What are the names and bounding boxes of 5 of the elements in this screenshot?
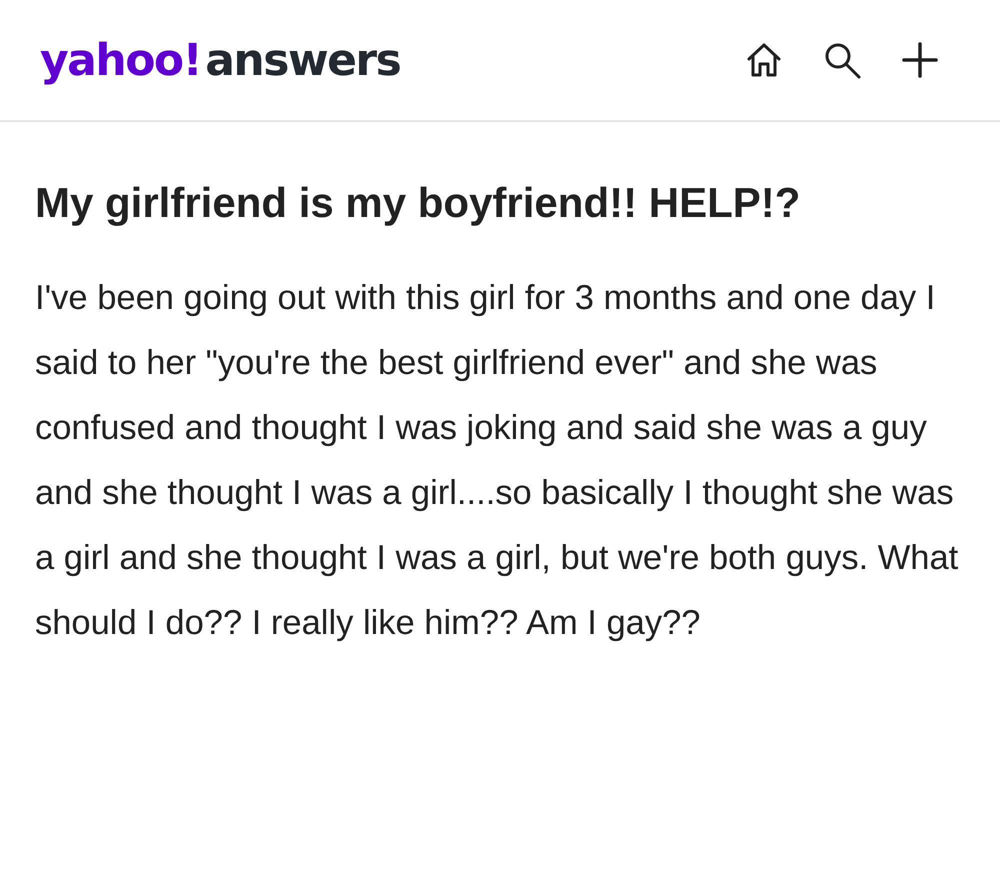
logo-product[interactable]: answers [205,34,400,86]
logo-brand[interactable]: yahoo! [40,34,202,86]
add-icon[interactable] [900,40,940,80]
question-title: My girlfriend is my boyfriend!! HELP!? [35,178,802,228]
question-body: I've been going out with this girl for 3 months and one day I said to her "you're the best girlfriend ever" and she was confused and thought I was joking and said she was a guy and she thought I was a girl....so basically I thought she was a girl and she thought I was a girl, but we're both guys. What should I do?? I really like him?? Am I gay?? [35,278,960,644]
